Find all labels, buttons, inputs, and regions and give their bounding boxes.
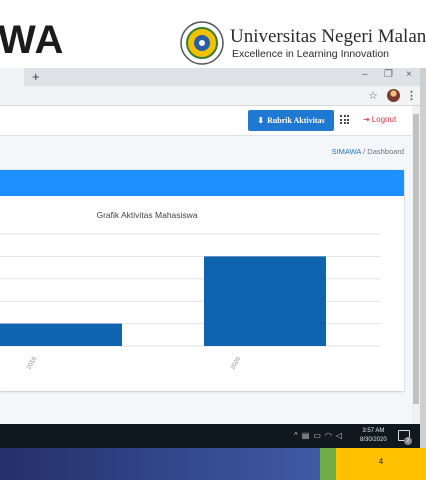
web-page: ⬇ Rubrik Aktivitas ⇥ Logout SIMAWA / Das… <box>0 106 412 424</box>
battery-icon[interactable]: ▭ <box>313 431 321 440</box>
university-name: Universitas Negeri Malang <box>230 26 426 47</box>
chart-bar-2019[interactable] <box>0 323 122 346</box>
wifi-icon[interactable]: ◠ <box>325 431 332 440</box>
rubrik-aktivitas-label: Rubrik Aktivitas <box>267 116 325 125</box>
chart-tick-labels: 2019 2020 <box>26 356 242 371</box>
breadcrumb-current: Dashboard <box>367 147 404 156</box>
restore-button[interactable]: ❐ <box>384 69 393 80</box>
download-icon: ⬇ <box>257 116 265 125</box>
university-tagline: Excellence in Learning Innovation <box>232 48 390 60</box>
slide-page-number: 4 <box>378 457 384 466</box>
network-icon[interactable]: ▤ <box>302 431 310 440</box>
star-icon[interactable]: ☆ <box>368 89 378 102</box>
browser-tab[interactable] <box>0 68 24 86</box>
activity-chart: Grafik Aktivitas Mahasiswa 2019 2020 <box>0 210 380 371</box>
chart-tick-label-2019: 2019 <box>26 356 38 371</box>
slide-title: WA <box>0 18 65 62</box>
university-logo-icon <box>180 21 224 65</box>
top-navbar: ⬇ Rubrik Aktivitas ⇥ Logout <box>0 106 412 136</box>
chart-card: Grafik Aktivitas Mahasiswa 2019 2020 <box>0 170 404 391</box>
rubrik-aktivitas-button[interactable]: ⬇ Rubrik Aktivitas <box>248 110 334 131</box>
clock-time: 3:57 AM <box>362 428 385 434</box>
chart-title: Grafik Aktivitas Mahasiswa <box>96 210 197 220</box>
chevron-up-icon[interactable]: ^ <box>294 431 298 440</box>
logout-icon: ⇥ <box>363 115 370 124</box>
profile-avatar-icon[interactable] <box>387 89 400 102</box>
clock-date: 8/30/2020 <box>360 437 387 443</box>
breadcrumb-separator: / <box>363 147 366 156</box>
browser-tab-bar: + – ❐ × <box>0 68 420 86</box>
scrollbar-thumb[interactable] <box>413 114 419 404</box>
browser-toolbar: ☆ ⋮ <box>0 86 420 106</box>
footer-band-blue <box>0 448 320 480</box>
logout-label: Logout <box>371 115 397 124</box>
chart-tick-label-2020: 2020 <box>230 356 242 371</box>
clock[interactable]: 3:57 AM 8/30/2020 <box>360 427 387 445</box>
chart-bar-2020[interactable] <box>204 256 326 346</box>
volume-icon[interactable]: ◁ <box>336 431 342 440</box>
close-window-button[interactable]: × <box>406 69 412 80</box>
card-header <box>0 170 404 196</box>
footer-band-green <box>320 448 336 480</box>
breadcrumb: SIMAWA / Dashboard <box>332 147 404 156</box>
new-tab-button[interactable]: + <box>32 69 40 84</box>
notification-badge: 2 <box>404 437 412 445</box>
minimize-button[interactable]: – <box>362 69 368 80</box>
slide: WA Universitas Negeri Malang Excellence … <box>0 0 426 480</box>
breadcrumb-link-simawa[interactable]: SIMAWA <box>332 147 361 156</box>
apps-grid-icon[interactable] <box>340 115 349 124</box>
system-tray: ^ ▤ ▭ ◠ ◁ <box>294 431 342 440</box>
window-edge <box>420 68 426 448</box>
windows-taskbar: ^ ▤ ▭ ◠ ◁ 3:57 AM 8/30/2020 2 <box>0 424 420 448</box>
page-scrollbar[interactable] <box>412 106 420 424</box>
logout-button[interactable]: ⇥ Logout <box>363 115 396 124</box>
kebab-menu-icon[interactable]: ⋮ <box>406 89 417 102</box>
